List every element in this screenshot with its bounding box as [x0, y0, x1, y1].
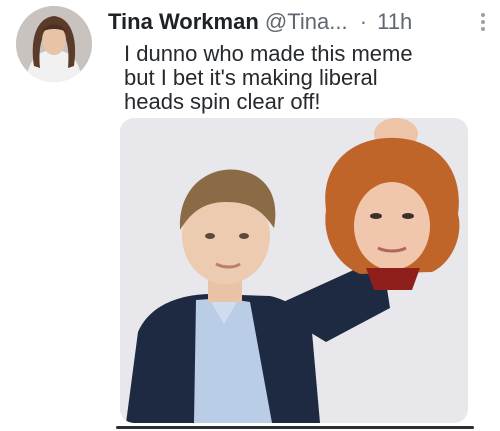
tweet-text: I dunno who made this meme but I bet it'… — [124, 41, 413, 114]
separator-dot: · — [359, 9, 368, 34]
divider — [116, 426, 474, 429]
tweet-header: Tina Workman @Tina... · 11h — [108, 8, 492, 38]
meme-image — [120, 118, 468, 423]
more-vertical-icon[interactable] — [480, 12, 486, 32]
tweet-image[interactable] — [120, 118, 468, 423]
tweet-card: Tina Workman @Tina... · 11h I dunno who … — [0, 0, 500, 431]
display-name[interactable]: Tina Workman — [108, 9, 259, 34]
timestamp[interactable]: 11h — [377, 9, 412, 34]
avatar[interactable] — [16, 6, 92, 82]
user-handle[interactable]: @Tina... — [265, 9, 348, 34]
avatar-image — [16, 6, 92, 82]
